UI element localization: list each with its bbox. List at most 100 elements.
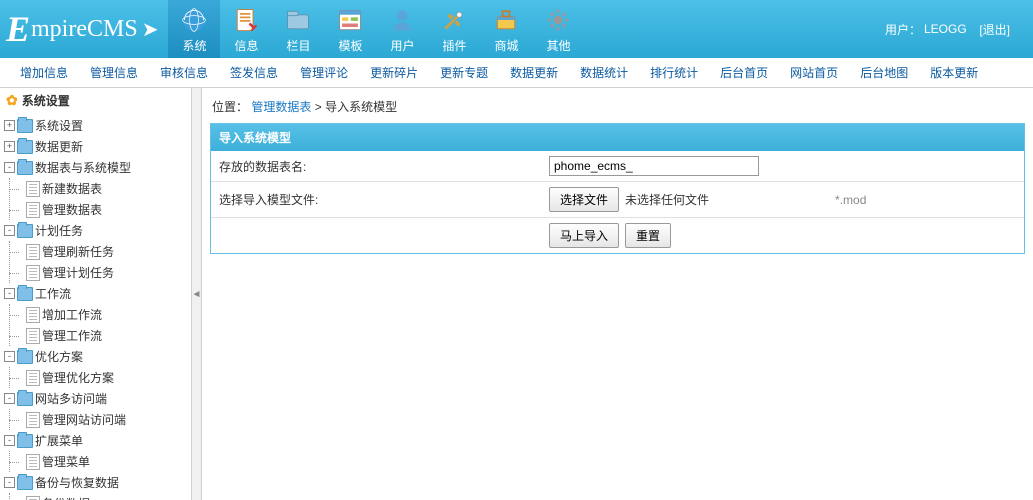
tree-leaf-管理优化方案[interactable]: 管理优化方案 — [22, 367, 191, 388]
form-row-file: 选择导入模型文件: 选择文件 未选择任何文件 *.mod — [211, 182, 1024, 218]
no-file-text: 未选择任何文件 — [625, 191, 709, 208]
topnav-icon — [386, 4, 418, 36]
topnav-其他[interactable]: 其他 — [532, 0, 584, 58]
main: 位置： 管理数据表 > 导入系统模型 导入系统模型 存放的数据表名: 选择导入模… — [202, 88, 1033, 500]
file-icon — [26, 181, 40, 197]
splitter[interactable]: ◄ — [192, 88, 202, 500]
topnav-用户[interactable]: 用户 — [376, 0, 428, 58]
tree-toggle-icon[interactable]: - — [4, 477, 15, 488]
subnav-更新碎片[interactable]: 更新碎片 — [370, 64, 418, 81]
user-name-link[interactable]: LEOGG — [924, 22, 967, 36]
topnav-icon — [178, 4, 210, 36]
topnav-栏目[interactable]: 栏目 — [272, 0, 324, 58]
form-row-actions: 马上导入 重置 — [211, 218, 1024, 253]
tree-node-备份与恢复数据[interactable]: -备份与恢复数据 — [0, 472, 191, 493]
tree-toggle-icon[interactable]: - — [4, 162, 15, 173]
topnav-label: 其他 — [546, 37, 570, 54]
sidebar: ✿ 系统设置 +系统设置+数据更新-数据表与系统模型新建数据表管理数据表-计划任… — [0, 88, 192, 500]
topnav-icon — [282, 4, 314, 36]
tree-leaf-管理工作流[interactable]: 管理工作流 — [22, 325, 191, 346]
tree-node-系统设置[interactable]: +系统设置 — [0, 115, 191, 136]
tree-toggle-icon[interactable]: + — [4, 120, 15, 131]
folder-icon — [17, 224, 33, 238]
tree-toggle-icon[interactable]: - — [4, 351, 15, 362]
tree-toggle-icon[interactable]: - — [4, 393, 15, 404]
file-hint: *.mod — [835, 193, 866, 207]
topnav-label: 系统 — [182, 37, 206, 54]
label-tablename: 存放的数据表名: — [219, 158, 549, 175]
choose-file-button[interactable]: 选择文件 — [549, 187, 619, 212]
subnav-审核信息[interactable]: 审核信息 — [160, 64, 208, 81]
subnav-签发信息[interactable]: 签发信息 — [230, 64, 278, 81]
topnav-label: 信息 — [234, 37, 258, 54]
tree-leaf-管理数据表[interactable]: 管理数据表 — [22, 199, 191, 220]
tree-node-扩展菜单[interactable]: -扩展菜单 — [0, 430, 191, 451]
subnav-增加信息[interactable]: 增加信息 — [20, 64, 68, 81]
user-label: 用户： — [885, 21, 921, 38]
topnav-商城[interactable]: 商城 — [480, 0, 532, 58]
topbar: EmpireCMS➤ 系统信息栏目模板用户插件商城其他 用户： LEOGG [退… — [0, 0, 1033, 58]
topnav-模板[interactable]: 模板 — [324, 0, 376, 58]
subnav-版本更新[interactable]: 版本更新 — [930, 64, 978, 81]
folder-icon — [17, 350, 33, 364]
folder-icon — [17, 287, 33, 301]
tree-leaf-管理网站访问端[interactable]: 管理网站访问端 — [22, 409, 191, 430]
submit-button[interactable]: 马上导入 — [549, 223, 619, 248]
file-icon — [26, 265, 40, 281]
tree-leaf-管理菜单[interactable]: 管理菜单 — [22, 451, 191, 472]
tree-toggle-icon[interactable]: + — [4, 141, 15, 152]
tree-toggle-icon[interactable]: - — [4, 435, 15, 446]
topnav-label: 模板 — [338, 37, 362, 54]
subnav-排行统计[interactable]: 排行统计 — [650, 64, 698, 81]
file-icon — [26, 370, 40, 386]
tree: +系统设置+数据更新-数据表与系统模型新建数据表管理数据表-计划任务管理刷新任务… — [0, 113, 191, 500]
tree-leaf-备份数据[interactable]: 备份数据 — [22, 493, 191, 500]
topnav-icon — [230, 4, 262, 36]
subnav-后台地图[interactable]: 后台地图 — [860, 64, 908, 81]
topnav-icon — [438, 4, 470, 36]
tree-toggle-icon[interactable]: - — [4, 225, 15, 236]
tree-node-数据表与系统模型[interactable]: -数据表与系统模型 — [0, 157, 191, 178]
tree-node-数据更新[interactable]: +数据更新 — [0, 136, 191, 157]
tree-leaf-增加工作流[interactable]: 增加工作流 — [22, 304, 191, 325]
user-box: 用户： LEOGG [退出] — [885, 0, 1033, 58]
tree-node-优化方案[interactable]: -优化方案 — [0, 346, 191, 367]
panel-title: 导入系统模型 — [211, 124, 1024, 151]
breadcrumb-current: 导入系统模型 — [325, 100, 397, 114]
top-nav: 系统 信息 栏目 模板用户插件商城其他 — [168, 0, 584, 58]
folder-icon — [17, 476, 33, 490]
reset-button[interactable]: 重置 — [625, 223, 671, 248]
tree-leaf-管理刷新任务[interactable]: 管理刷新任务 — [22, 241, 191, 262]
tree-leaf-新建数据表[interactable]: 新建数据表 — [22, 178, 191, 199]
topnav-插件[interactable]: 插件 — [428, 0, 480, 58]
topnav-icon — [334, 4, 366, 36]
tree-node-计划任务[interactable]: -计划任务 — [0, 220, 191, 241]
topnav-label: 插件 — [442, 37, 466, 54]
subnav-更新专题[interactable]: 更新专题 — [440, 64, 488, 81]
tree-node-工作流[interactable]: -工作流 — [0, 283, 191, 304]
label-file: 选择导入模型文件: — [219, 191, 549, 208]
breadcrumb-link[interactable]: 管理数据表 — [251, 100, 311, 114]
topnav-label: 栏目 — [286, 37, 310, 54]
tree-toggle-icon[interactable]: - — [4, 288, 15, 299]
folder-icon — [17, 161, 33, 175]
tree-leaf-管理计划任务[interactable]: 管理计划任务 — [22, 262, 191, 283]
topnav-系统[interactable]: 系统 — [168, 0, 220, 58]
panel-body: 存放的数据表名: 选择导入模型文件: 选择文件 未选择任何文件 *.mod — [211, 151, 1024, 253]
topnav-信息[interactable]: 信息 — [220, 0, 272, 58]
arrow-icon: ➤ — [142, 17, 159, 42]
file-icon — [26, 412, 40, 428]
form-row-tablename: 存放的数据表名: — [211, 151, 1024, 182]
tree-node-网站多访问端[interactable]: -网站多访问端 — [0, 388, 191, 409]
logout-link[interactable]: [退出] — [979, 21, 1010, 38]
file-icon — [26, 496, 40, 500]
subnav-数据统计[interactable]: 数据统计 — [580, 64, 628, 81]
subnav-数据更新[interactable]: 数据更新 — [510, 64, 558, 81]
subnav-网站首页[interactable]: 网站首页 — [790, 64, 838, 81]
topnav-icon — [542, 4, 574, 36]
subnav-管理评论[interactable]: 管理评论 — [300, 64, 348, 81]
tablename-input[interactable] — [549, 156, 759, 176]
subnav-后台首页[interactable]: 后台首页 — [720, 64, 768, 81]
subnav-管理信息[interactable]: 管理信息 — [90, 64, 138, 81]
logo-letter: E — [6, 8, 30, 50]
